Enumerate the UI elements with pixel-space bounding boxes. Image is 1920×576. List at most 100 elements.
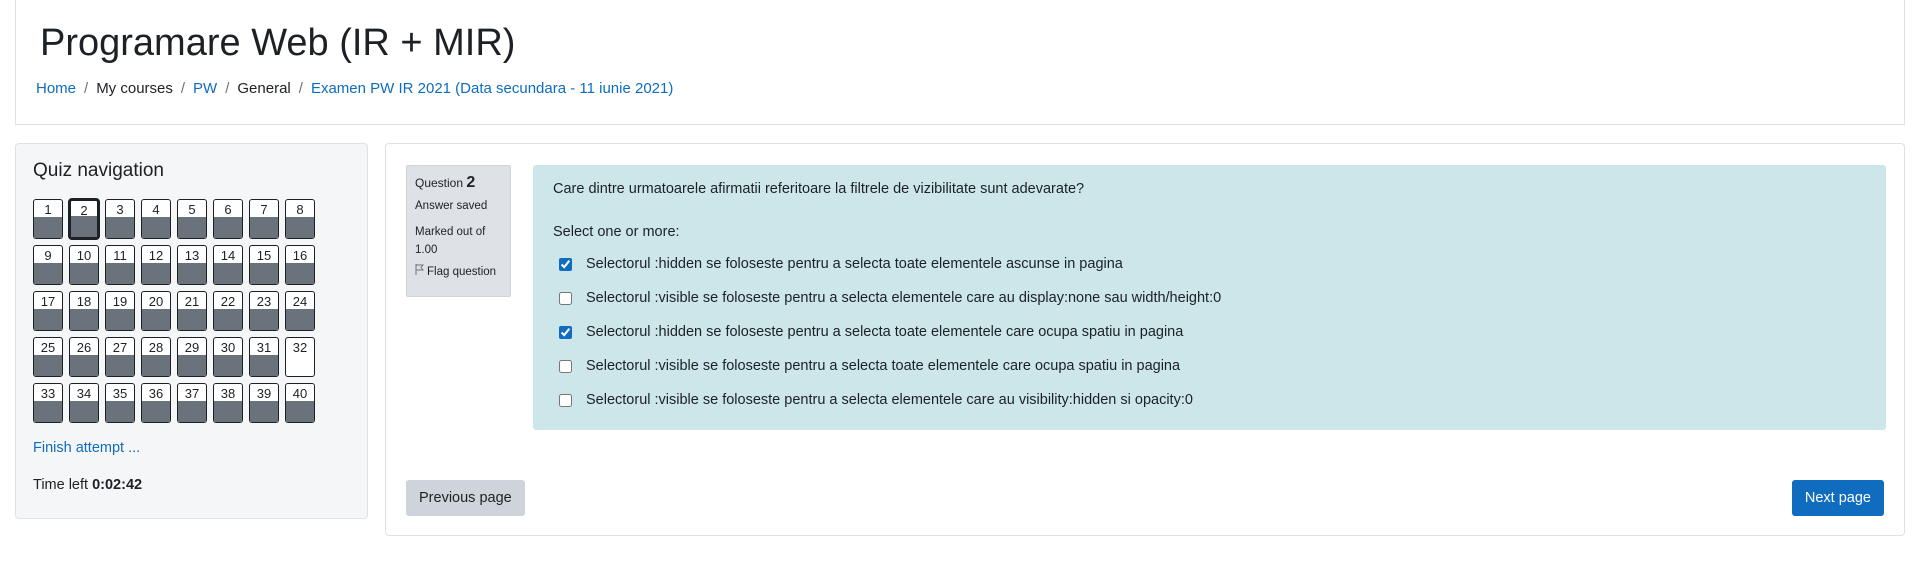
answered-indicator (214, 217, 242, 238)
quiz-nav-button[interactable]: 34 (69, 383, 99, 423)
quiz-nav-button[interactable]: 33 (33, 383, 63, 423)
quiz-nav-button[interactable]: 17 (33, 291, 63, 331)
page-header: Programare Web (IR + MIR) Home / My course… (15, 0, 1905, 125)
answer-checkbox[interactable] (559, 359, 572, 373)
quiz-nav-button[interactable]: 31 (249, 337, 279, 377)
quiz-nav-button[interactable]: 20 (141, 291, 171, 331)
quiz-nav-number: 30 (220, 340, 236, 355)
answer-option[interactable]: Selectorul :hidden se foloseste pentru a… (559, 247, 1221, 281)
quiz-nav-button[interactable]: 26 (69, 337, 99, 377)
quiz-nav-button[interactable]: 11 (105, 245, 135, 285)
answered-indicator (70, 401, 98, 422)
quiz-nav-button[interactable]: 30 (213, 337, 243, 377)
quiz-nav-button[interactable]: 15 (249, 245, 279, 285)
next-page-button[interactable]: Next page (1791, 480, 1884, 516)
quiz-nav-button[interactable]: 37 (177, 383, 207, 423)
breadcrumb-item[interactable]: PW (193, 80, 217, 97)
quiz-nav-button[interactable]: 25 (33, 337, 63, 377)
quiz-nav-button[interactable]: 39 (249, 383, 279, 423)
quiz-nav-button[interactable]: 29 (177, 337, 207, 377)
question-number-value: 2 (466, 174, 476, 191)
answer-option[interactable]: Selectorul :visible se foloseste pentru … (559, 281, 1221, 315)
answered-indicator (286, 309, 314, 330)
answer-label: Selectorul :visible se foloseste pentru … (586, 290, 1222, 306)
answer-label: Selectorul :hidden se foloseste pentru a… (586, 256, 1123, 272)
quiz-nav-button[interactable]: 12 (141, 245, 171, 285)
quiz-nav-number: 4 (152, 202, 160, 217)
breadcrumb-item[interactable]: Home (36, 80, 76, 97)
quiz-nav-button[interactable]: 19 (105, 291, 135, 331)
page-title: Programare Web (IR + MIR) (40, 22, 516, 64)
answer-checkbox[interactable] (559, 393, 572, 407)
question-info: Question 2 Answer saved Marked out of 1.… (406, 165, 511, 297)
flag-question-button[interactable]: Flag question (415, 264, 502, 278)
quiz-nav-number: 28 (148, 340, 164, 355)
answer-label: Selectorul :visible se foloseste pentru … (586, 358, 1181, 374)
answered-indicator (142, 401, 170, 422)
quiz-nav-button[interactable]: 1 (33, 199, 63, 239)
quiz-nav-button[interactable]: 10 (69, 245, 99, 285)
quiz-nav-button[interactable]: 38 (213, 383, 243, 423)
quiz-nav-button[interactable]: 21 (177, 291, 207, 331)
quiz-nav-button[interactable]: 18 (69, 291, 99, 331)
quiz-nav-button[interactable]: 24 (285, 291, 315, 331)
answer-option[interactable]: Selectorul :visible se foloseste pentru … (559, 349, 1221, 383)
question-state: Answer saved (415, 200, 488, 212)
finish-attempt-link[interactable]: Finish attempt ... (33, 440, 140, 456)
quiz-nav-button[interactable]: 3 (105, 199, 135, 239)
quiz-nav-button[interactable]: 4 (141, 199, 171, 239)
quiz-nav-number: 7 (260, 202, 268, 217)
quiz-nav-button[interactable]: 5 (177, 199, 207, 239)
quiz-nav-number: 32 (292, 340, 308, 355)
breadcrumb-separator: / (84, 80, 89, 97)
answered-indicator (106, 217, 134, 238)
question-number: Question 2 (415, 174, 502, 192)
answered-indicator (178, 401, 206, 422)
answered-indicator (70, 263, 98, 284)
quiz-nav-button[interactable]: 7 (249, 199, 279, 239)
quiz-nav-button[interactable]: 28 (141, 337, 171, 377)
quiz-nav-number: 40 (292, 386, 308, 401)
quiz-nav-button[interactable]: 8 (285, 199, 315, 239)
question-region: Question 2 Answer saved Marked out of 1.… (385, 143, 1905, 536)
quiz-nav-button[interactable]: 6 (213, 199, 243, 239)
answered-indicator (286, 263, 314, 284)
quiz-nav-number: 36 (148, 386, 164, 401)
previous-page-button[interactable]: Previous page (406, 480, 525, 516)
quiz-nav-button[interactable]: 40 (285, 383, 315, 423)
quiz-nav-number: 12 (148, 248, 164, 263)
quiz-nav-number: 26 (76, 340, 92, 355)
quiz-nav-button[interactable]: 2 (68, 198, 100, 240)
answer-option[interactable]: Selectorul :hidden se foloseste pentru a… (559, 315, 1221, 349)
quiz-nav-button[interactable]: 14 (213, 245, 243, 285)
answered-indicator (34, 401, 62, 422)
quiz-nav-number: 20 (148, 294, 164, 309)
quiz-nav-number: 21 (184, 294, 200, 309)
quiz-nav-number: 37 (184, 386, 200, 401)
quiz-nav-button[interactable]: 27 (105, 337, 135, 377)
quiz-nav-number: 9 (44, 248, 52, 263)
answered-indicator (178, 309, 206, 330)
quiz-nav-number: 15 (256, 248, 272, 263)
answered-indicator (250, 217, 278, 238)
answer-checkbox[interactable] (559, 291, 572, 305)
quiz-nav-number: 24 (292, 294, 308, 309)
answer-option[interactable]: Selectorul :visible se foloseste pentru … (559, 383, 1221, 417)
quiz-nav-button[interactable]: 22 (213, 291, 243, 331)
quiz-nav-number: 23 (256, 294, 272, 309)
quiz-nav-button[interactable]: 32 (285, 337, 315, 377)
breadcrumb-separator: / (225, 80, 230, 97)
flag-question-label: Flag question (427, 266, 497, 278)
breadcrumb-separator: / (298, 80, 303, 97)
breadcrumb-item[interactable]: Examen PW IR 2021 (Data secundara - 11 i… (311, 80, 673, 97)
quiz-nav-button[interactable]: 16 (285, 245, 315, 285)
answer-checkbox[interactable] (559, 257, 572, 271)
quiz-nav-number: 34 (76, 386, 92, 401)
quiz-nav-button[interactable]: 23 (249, 291, 279, 331)
quiz-nav-button[interactable]: 13 (177, 245, 207, 285)
quiz-nav-button[interactable]: 9 (33, 245, 63, 285)
quiz-nav-button[interactable]: 36 (141, 383, 171, 423)
answer-checkbox[interactable] (559, 325, 572, 339)
quiz-nav-number: 14 (220, 248, 236, 263)
quiz-nav-button[interactable]: 35 (105, 383, 135, 423)
